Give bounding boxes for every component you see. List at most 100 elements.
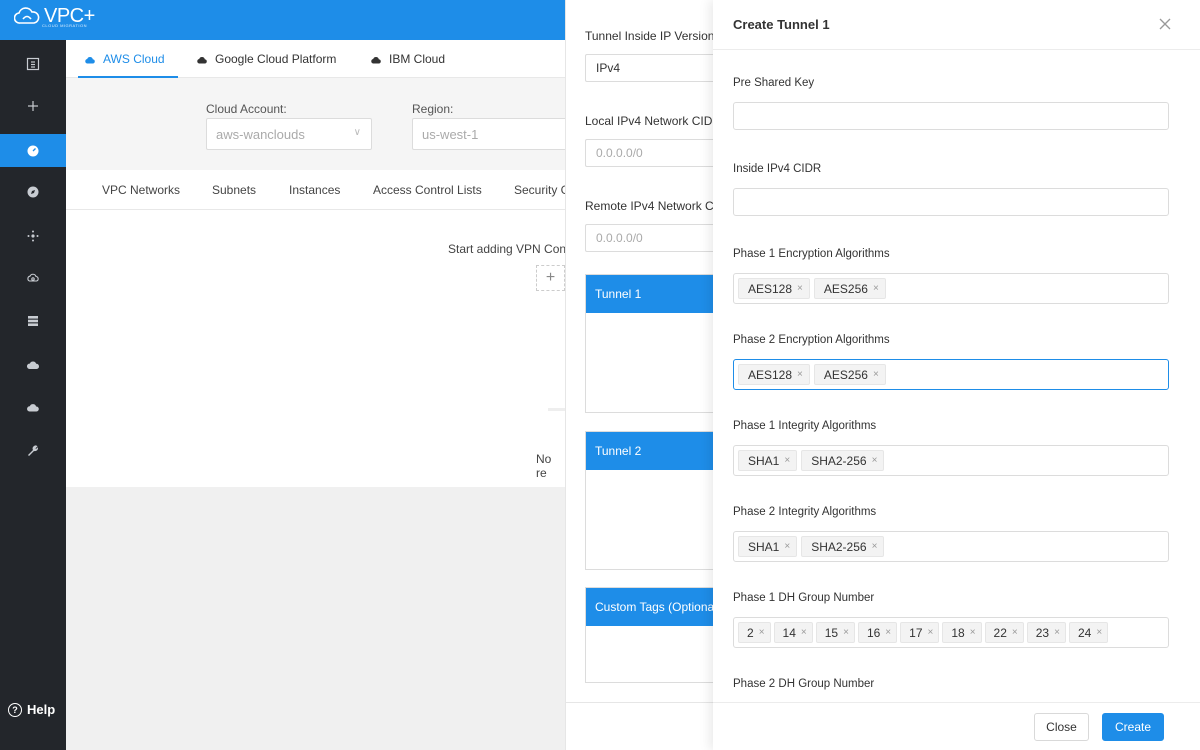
pre-shared-key-input[interactable] — [733, 102, 1169, 130]
remove-tag-icon[interactable]: × — [797, 369, 803, 380]
phase1-encryption-select[interactable]: AES128 × AES256 × — [733, 273, 1169, 304]
tab-google-cloud[interactable]: Google Cloud Platform — [196, 52, 336, 66]
remove-tag-icon[interactable]: × — [970, 627, 976, 638]
tag: AES128 × — [738, 364, 810, 385]
cloud-tabs: AWS Cloud Google Cloud Platform IBM Clou… — [66, 40, 565, 78]
inside-cidr-input[interactable] — [733, 188, 1169, 216]
dashboard-icon[interactable] — [21, 52, 45, 76]
chevron-down-icon: ∨ — [353, 127, 361, 138]
tag: SHA1 × — [738, 450, 798, 471]
tab-aws-cloud[interactable]: AWS Cloud — [84, 52, 165, 66]
remove-tag-icon[interactable]: × — [1054, 627, 1060, 638]
tunnel-ip-version-select[interactable]: IPv4 — [585, 54, 713, 82]
remove-tag-icon[interactable]: × — [873, 283, 879, 294]
speedometer-icon[interactable] — [21, 139, 45, 163]
close-button[interactable]: Close — [1034, 713, 1089, 741]
tag-label: 16 — [866, 625, 881, 640]
remove-tag-icon[interactable]: × — [1096, 627, 1102, 638]
tag-label: SHA1 — [748, 453, 780, 468]
phase2-encryption-select[interactable]: AES128 × AES256 × — [733, 359, 1169, 390]
remove-tag-icon[interactable]: × — [928, 627, 934, 638]
remove-tag-icon[interactable]: × — [843, 627, 849, 638]
phase1-integrity-select[interactable]: SHA1 × SHA2-256 × — [733, 445, 1169, 476]
phase2-encryption-label: Phase 2 Encryption Algorithms — [733, 334, 890, 346]
region-value: us-west-1 — [422, 127, 479, 142]
tag: 14 × — [773, 622, 813, 643]
cloud-upload-icon[interactable] — [21, 353, 45, 377]
remove-tag-icon[interactable]: × — [873, 369, 879, 380]
remove-tag-icon[interactable]: × — [801, 627, 807, 638]
network-icon[interactable] — [21, 224, 45, 248]
tunnel-1-section: Tunnel 1 — [585, 274, 713, 413]
tab-subnets[interactable]: Subnets — [212, 183, 256, 197]
local-cidr-input[interactable]: 0.0.0.0/0 — [585, 139, 713, 167]
remove-tag-icon[interactable]: × — [885, 627, 891, 638]
close-icon[interactable] — [1155, 14, 1175, 34]
phase1-dh-group-select[interactable]: 2 × 14 × 15 × 16 × 17 × 18 × 22 × 23 × 24 × — [733, 617, 1169, 648]
tag: SHA2-256 × — [801, 536, 885, 557]
cloud-sync-icon[interactable] — [21, 266, 45, 290]
tag-label: SHA1 — [748, 539, 780, 554]
tag-label: 14 — [782, 625, 796, 640]
tag: 24 × — [1068, 622, 1109, 643]
cloud-logo-icon — [14, 7, 40, 24]
tag: SHA1 × — [738, 536, 798, 557]
remove-tag-icon[interactable]: × — [872, 455, 878, 466]
cloud-icon — [371, 56, 381, 63]
tab-instances[interactable]: Instances — [289, 183, 340, 197]
region-label: Region: — [412, 102, 454, 116]
tunnel-2-header[interactable]: Tunnel 2 — [586, 432, 713, 470]
tunnel-1-header[interactable]: Tunnel 1 — [586, 275, 713, 313]
create-button[interactable]: Create — [1102, 713, 1164, 741]
local-cidr-placeholder: 0.0.0.0/0 — [596, 146, 643, 160]
cloud-account-select[interactable]: aws-wanclouds ∨ — [206, 118, 372, 150]
drawer-title: Create Tunnel 1 — [733, 17, 830, 32]
plus-icon[interactable] — [21, 94, 45, 118]
cloud-account-value: aws-wanclouds — [216, 127, 305, 142]
tag: AES256 × — [813, 278, 886, 299]
wrench-icon[interactable] — [21, 439, 45, 463]
remote-cidr-input[interactable]: 0.0.0.0/0 — [585, 224, 713, 252]
tag: 23 × — [1026, 622, 1066, 643]
tag-label: AES256 — [823, 281, 868, 296]
custom-tags-header[interactable]: Custom Tags (Optional) — [586, 588, 713, 626]
phase1-encryption-label: Phase 1 Encryption Algorithms — [733, 248, 890, 260]
plus-icon: + — [545, 269, 556, 286]
cloud-icon — [197, 56, 207, 63]
filter-area: Cloud Account: aws-wanclouds ∨ Region: u… — [66, 78, 582, 170]
tag-label: 22 — [993, 625, 1007, 640]
remove-tag-icon[interactable]: × — [872, 541, 878, 552]
tag: AES256 × — [813, 364, 886, 385]
tunnel-ip-version-label: Tunnel Inside IP Version — [585, 29, 713, 43]
tag-label: 17 — [909, 625, 923, 640]
drawer-header: Create Tunnel 1 — [713, 0, 1200, 50]
tab-access-control-lists[interactable]: Access Control Lists — [373, 183, 482, 197]
help-link[interactable]: ? Help — [8, 702, 55, 717]
phase2-dh-group-label: Phase 2 DH Group Number — [733, 678, 875, 690]
add-vpn-button[interactable]: + — [536, 265, 565, 291]
tunnel-ip-version-value: IPv4 — [596, 61, 621, 75]
pre-shared-key-label: Pre Shared Key — [733, 77, 815, 89]
tag-label: SHA2-256 — [811, 453, 867, 468]
region-select[interactable]: us-west-1 — [412, 118, 582, 150]
remove-tag-icon[interactable]: × — [784, 541, 790, 552]
cloud-account-label: Cloud Account: — [206, 102, 287, 116]
tag-label: 15 — [824, 625, 839, 640]
remove-tag-icon[interactable]: × — [797, 283, 803, 294]
tab-security-groups[interactable]: Security G — [514, 183, 570, 197]
tab-ibm-cloud[interactable]: IBM Cloud — [370, 52, 445, 66]
tab-vpc-networks[interactable]: VPC Networks — [102, 183, 180, 197]
remove-tag-icon[interactable]: × — [784, 455, 790, 466]
phase2-integrity-label: Phase 2 Integrity Algorithms — [733, 506, 877, 518]
phase2-integrity-select[interactable]: SHA1 × SHA2-256 × — [733, 531, 1169, 562]
local-cidr-label: Local IPv4 Network CIDR — [585, 114, 713, 128]
cloud-icon — [85, 56, 95, 63]
vpn-form-panel: Tunnel Inside IP Version IPv4 Local IPv4… — [565, 0, 713, 750]
sidebar: ? Help — [0, 0, 66, 750]
compass-icon[interactable] — [21, 180, 45, 204]
cloud-icon[interactable] — [21, 396, 45, 420]
tag-label: 24 — [1077, 625, 1092, 640]
database-icon[interactable] — [21, 309, 45, 333]
remove-tag-icon[interactable]: × — [1012, 627, 1018, 638]
remove-tag-icon[interactable]: × — [759, 627, 765, 638]
